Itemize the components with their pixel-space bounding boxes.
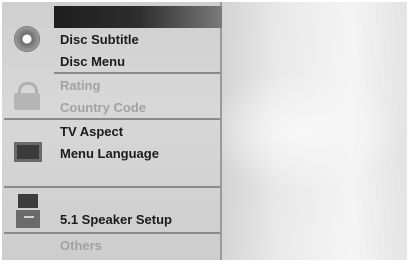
menu-item-disc-menu[interactable]: Disc Menu <box>60 54 125 69</box>
menu-divider <box>4 118 220 120</box>
lock-body <box>14 93 40 110</box>
background-glow <box>202 72 402 192</box>
menu-divider <box>4 186 220 188</box>
menu-item-rating[interactable]: Rating <box>60 78 100 93</box>
lock-icon[interactable] <box>14 82 40 110</box>
menu-header-bar <box>54 6 222 28</box>
disc-icon[interactable] <box>14 26 40 52</box>
menu-item-speaker-setup[interactable]: 5.1 Speaker Setup <box>60 212 172 227</box>
speaker-grille <box>24 216 34 218</box>
speaker-bottom <box>16 210 40 228</box>
menu-item-disc-subtitle[interactable]: Disc Subtitle <box>60 32 139 47</box>
speaker-top <box>18 194 38 208</box>
menu-item-country-code[interactable]: Country Code <box>60 100 146 115</box>
menu-divider <box>4 232 220 234</box>
menu-item-menu-language[interactable]: Menu Language <box>60 146 159 161</box>
menu-item-tv-aspect[interactable]: TV Aspect <box>60 124 123 139</box>
speaker-icon[interactable] <box>16 194 40 228</box>
menu-divider <box>54 72 220 74</box>
menu-item-others[interactable]: Others <box>60 238 102 253</box>
tv-icon[interactable] <box>14 142 42 162</box>
osd-screen: Disc Subtitle Disc Menu Rating Country C… <box>2 2 407 260</box>
setup-menu-panel: Disc Subtitle Disc Menu Rating Country C… <box>2 2 222 260</box>
